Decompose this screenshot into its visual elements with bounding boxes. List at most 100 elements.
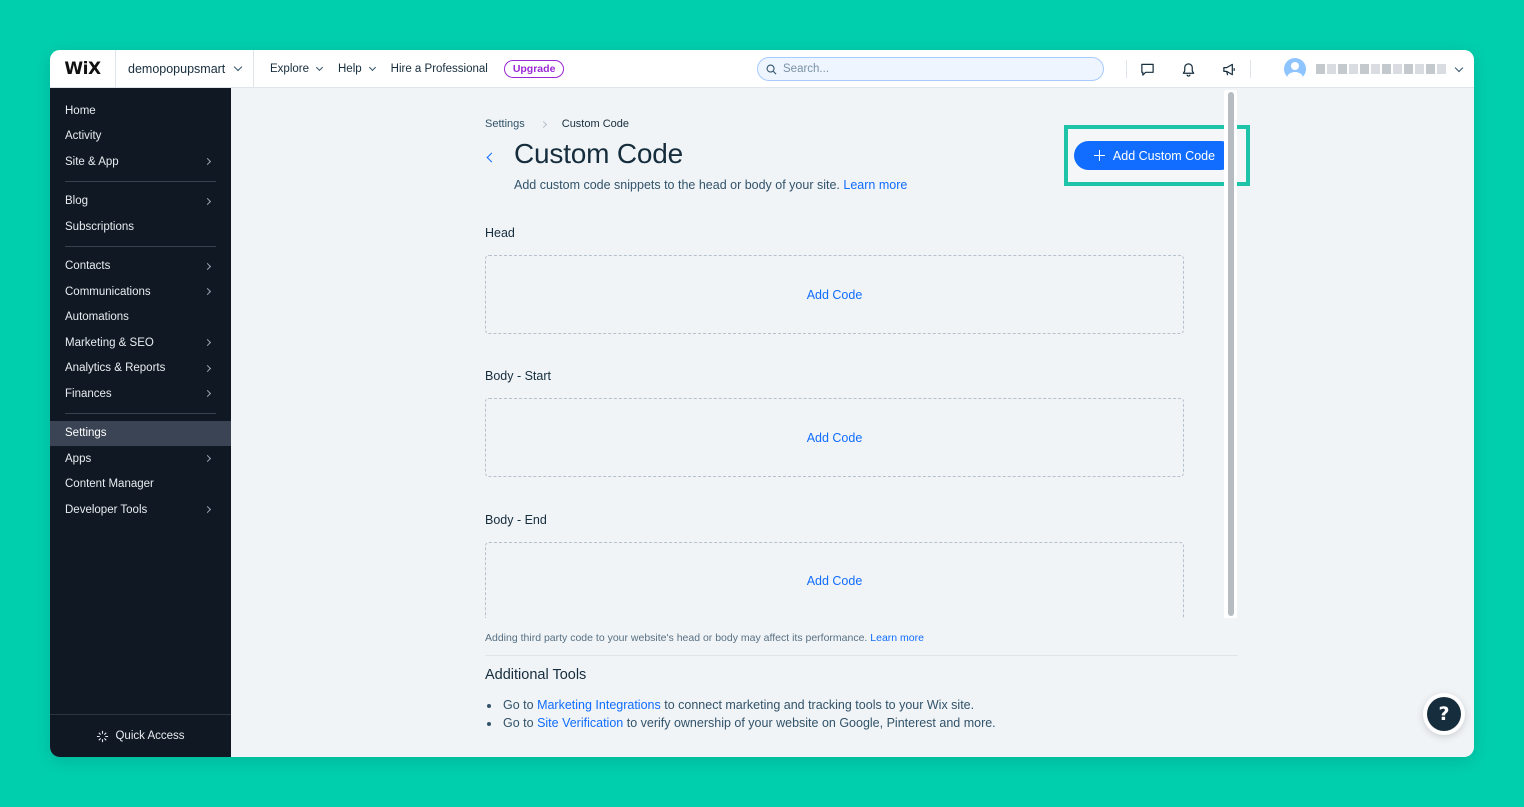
section-label-body-start: Body - Start: [485, 369, 551, 383]
marketing-integrations-link[interactable]: Marketing Integrations: [537, 698, 661, 712]
nav-help-label: Help: [338, 62, 362, 75]
page-subtitle: Add custom code snippets to the head or …: [514, 178, 907, 192]
note-learn-more-link[interactable]: Learn more: [870, 632, 924, 644]
sidebar-item-label: Content Manager: [65, 478, 154, 491]
chevron-right-icon: [203, 157, 212, 166]
chevron-right-icon: [203, 364, 212, 372]
chevron-right-icon: [203, 262, 212, 270]
megaphone-icon: [1223, 63, 1235, 75]
wix-logo[interactable]: WiX: [50, 50, 116, 88]
quick-access-button[interactable]: Quick Access: [50, 714, 231, 757]
sidebar-item-label: Marketing & SEO: [65, 336, 154, 349]
blurred-account-name: [1316, 64, 1446, 74]
chevron-right-icon: [203, 454, 212, 463]
site-name: demopopupsmart: [128, 61, 226, 76]
sidebar-divider: [65, 245, 216, 247]
sidebar-item-activity[interactable]: Activity: [50, 124, 231, 150]
chevron-down-icon: [233, 62, 243, 72]
tool-prefix: Go to: [503, 698, 534, 712]
tool-suffix: to connect marketing and tracking tools …: [664, 698, 975, 712]
sidebar-item-apps[interactable]: Apps: [50, 446, 231, 472]
section-label-body-end: Body - End: [485, 513, 547, 527]
additional-tools-title: Additional Tools: [485, 667, 587, 683]
sidebar-item-marketing-seo[interactable]: Marketing & SEO: [50, 330, 231, 356]
additional-tools-list: Go to Marketing Integrations to connect …: [501, 698, 996, 734]
search-input[interactable]: [783, 63, 1083, 75]
add-custom-code-button[interactable]: Add Custom Code: [1074, 141, 1235, 170]
list-item: Go to Marketing Integrations to connect …: [501, 698, 996, 712]
sidebar-item-contacts[interactable]: Contacts: [50, 254, 231, 280]
site-verification-link[interactable]: Site Verification: [537, 716, 623, 730]
chevron-right-icon: [539, 120, 547, 128]
sidebar-item-label: Activity: [65, 130, 102, 143]
chat-icon: [1141, 63, 1154, 76]
sidebar-item-settings[interactable]: Settings: [50, 420, 231, 446]
profile-menu[interactable]: [1284, 50, 1464, 88]
tool-suffix: to verify ownership of your website on G…: [626, 716, 996, 730]
chevron-right-icon: [203, 287, 212, 296]
back-button[interactable]: [481, 147, 497, 167]
sidebar-item-subscriptions[interactable]: Subscriptions: [50, 214, 231, 240]
scrollbar-thumb[interactable]: [1228, 92, 1234, 616]
sidebar-item-label: Finances: [65, 387, 112, 400]
sidebar: Home Activity Site & App Blog Subscripti…: [50, 88, 231, 757]
sidebar-item-finances[interactable]: Finances: [50, 381, 231, 407]
sidebar-item-analytics-reports[interactable]: Analytics & Reports: [50, 356, 231, 382]
search-icon: [766, 64, 777, 74]
sidebar-item-label: Blog: [65, 195, 89, 208]
announcements-button[interactable]: [1209, 50, 1250, 88]
nav-explore-label: Explore: [270, 62, 309, 75]
main-content: Settings Custom Code Custom Code Add cus…: [231, 88, 1474, 757]
nav-help[interactable]: Help: [338, 62, 376, 75]
learn-more-link[interactable]: Learn more: [843, 178, 907, 192]
body-end-code-box: Add Code: [485, 542, 1184, 618]
breadcrumb: Settings Custom Code: [485, 118, 629, 130]
sidebar-divider: [65, 180, 216, 182]
top-bar: WiX demopopupsmart Explore Help Hire a P…: [50, 50, 1474, 88]
tool-prefix: Go to: [503, 716, 534, 730]
sidebar-item-content-manager[interactable]: Content Manager: [50, 472, 231, 498]
sidebar-item-label: Automations: [65, 311, 129, 324]
dashboard-window: WiX demopopupsmart Explore Help Hire a P…: [50, 50, 1474, 757]
sidebar-item-label: Communications: [65, 285, 151, 298]
chevron-down-icon: [1454, 63, 1464, 72]
top-icons: [1126, 50, 1251, 88]
site-selector[interactable]: demopopupsmart: [116, 50, 254, 88]
search-box[interactable]: [757, 57, 1104, 81]
nav-explore[interactable]: Explore: [270, 62, 324, 75]
chevron-down-icon: [368, 63, 376, 71]
body-start-code-box: Add Code: [485, 398, 1184, 477]
content-scrollbar[interactable]: [1224, 90, 1237, 618]
sidebar-item-automations[interactable]: Automations: [50, 305, 231, 331]
sidebar-item-label: Site & App: [65, 155, 119, 168]
notifications-button[interactable]: [1168, 50, 1209, 88]
add-code-body-end-link[interactable]: Add Code: [807, 574, 863, 588]
sidebar-item-label: Subscriptions: [65, 220, 135, 233]
subtitle-text: Add custom code snippets to the head or …: [514, 178, 840, 192]
upgrade-button[interactable]: Upgrade: [503, 59, 565, 78]
divider: [1250, 60, 1251, 78]
sidebar-item-blog[interactable]: Blog: [50, 189, 231, 215]
chevron-right-icon: [203, 338, 212, 347]
add-code-body-start-link[interactable]: Add Code: [807, 431, 863, 445]
add-code-head-link[interactable]: Add Code: [807, 288, 863, 302]
page-title: Custom Code: [514, 138, 683, 169]
help-button[interactable]: ?: [1423, 693, 1465, 735]
sidebar-item-home[interactable]: Home: [50, 98, 231, 124]
messages-button[interactable]: [1127, 50, 1168, 88]
breadcrumb-current: Custom Code: [561, 118, 630, 130]
sidebar-item-developer-tools[interactable]: Developer Tools: [50, 497, 231, 523]
sidebar-item-label: Developer Tools: [65, 503, 148, 516]
avatar: [1284, 58, 1306, 80]
divider: [485, 655, 1238, 656]
section-label-head: Head: [485, 226, 515, 240]
sidebar-item-site-app[interactable]: Site & App: [50, 149, 231, 175]
breadcrumb-settings[interactable]: Settings: [485, 118, 525, 130]
chevron-right-icon: [203, 505, 212, 514]
list-item: Go to Site Verification to verify owners…: [501, 716, 996, 730]
sidebar-item-label: Home: [65, 104, 96, 117]
bell-icon: [1182, 62, 1195, 77]
sidebar-item-communications[interactable]: Communications: [50, 279, 231, 305]
sidebar-item-label: Apps: [65, 452, 92, 465]
nav-hire-professional[interactable]: Hire a Professional: [391, 63, 488, 75]
